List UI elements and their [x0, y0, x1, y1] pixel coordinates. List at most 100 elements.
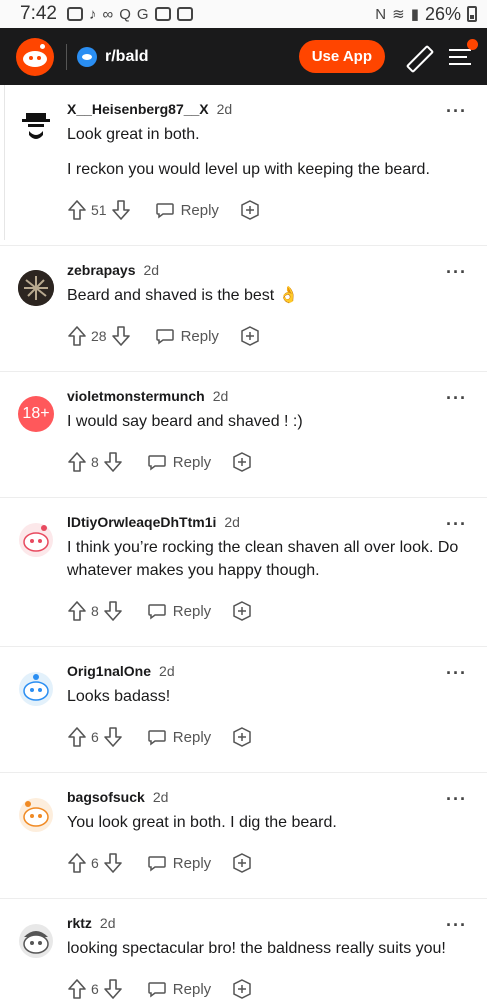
comment-username[interactable]: bagsofsuck	[67, 789, 145, 805]
award-icon[interactable]	[239, 325, 261, 347]
reply-icon	[155, 328, 174, 344]
award-icon[interactable]	[231, 726, 253, 748]
comment-username[interactable]: rktz	[67, 915, 92, 931]
downvote-icon[interactable]	[103, 978, 123, 1000]
wifi-icon: ≋	[392, 6, 405, 23]
vote-score: 28	[91, 328, 107, 344]
more-options-icon[interactable]: ···	[446, 101, 467, 122]
subreddit-icon[interactable]	[77, 46, 97, 67]
reply-button[interactable]: Reply	[147, 729, 211, 746]
create-post-icon[interactable]	[405, 44, 431, 70]
gmail-icon	[154, 7, 171, 21]
subreddit-name[interactable]: r/bald	[105, 48, 299, 66]
header-divider	[66, 43, 67, 70]
upvote-icon[interactable]	[67, 325, 87, 347]
reply-label: Reply	[172, 728, 212, 746]
comment-paragraph: I think you’re rocking the clean shaven …	[67, 539, 459, 579]
upvote-icon[interactable]	[67, 199, 87, 221]
status-notification-icons: ♪ ∞ Q G	[66, 5, 375, 23]
comment-time: 2d	[224, 514, 240, 530]
reply-label: Reply	[172, 453, 212, 471]
downvote-icon[interactable]	[103, 451, 123, 473]
award-icon[interactable]	[231, 451, 253, 473]
more-options-icon[interactable]: ···	[446, 663, 467, 684]
more-options-icon[interactable]: ···	[446, 915, 467, 936]
comment-username[interactable]: lDtiyOrwleaqeDhTtm1i	[67, 514, 216, 530]
more-options-icon[interactable]: ···	[446, 388, 467, 409]
status-system-icons: N ≋ ▮ 26%	[375, 4, 477, 25]
app-header: r/bald Use App	[0, 28, 487, 85]
award-icon[interactable]	[231, 978, 253, 1000]
reply-button[interactable]: Reply	[147, 981, 211, 998]
comment-paragraph: Looks badass!	[67, 688, 171, 705]
comment-username[interactable]: X__Heisenberg87__X	[67, 101, 209, 117]
user-avatar[interactable]	[18, 270, 54, 306]
user-avatar[interactable]	[18, 109, 54, 145]
comment-text: looking spectacular bro! the baldness re…	[67, 937, 471, 960]
gallery-icon	[176, 7, 193, 21]
reply-label: Reply	[180, 201, 219, 219]
comment-text: Beard and shaved is the best 👌	[67, 284, 471, 307]
upvote-icon[interactable]	[67, 978, 87, 1000]
status-time: 7:42	[20, 3, 57, 24]
comment-actions: 8 Reply	[67, 447, 471, 477]
user-avatar[interactable]	[18, 522, 54, 558]
award-icon[interactable]	[231, 600, 253, 622]
comment-paragraph: looking spectacular bro! the baldness re…	[67, 940, 446, 957]
upvote-icon[interactable]	[67, 451, 87, 473]
voicemail-icon: ∞	[102, 5, 114, 23]
comment-actions: 6 Reply	[67, 974, 471, 1000]
reply-label: Reply	[172, 980, 212, 998]
vote-score: 6	[91, 855, 99, 871]
reply-icon	[148, 855, 166, 871]
downvote-icon[interactable]	[103, 726, 123, 748]
comment-text: You look great in both. I dig the beard.	[67, 811, 471, 834]
reply-button[interactable]: Reply	[147, 454, 211, 471]
award-icon[interactable]	[231, 852, 253, 874]
tiktok-icon: ♪	[88, 5, 97, 23]
upvote-icon[interactable]	[67, 726, 87, 748]
upvote-icon[interactable]	[67, 600, 87, 622]
comment-item: 18+ ··· violetmonstermunch 2d I would sa…	[0, 372, 487, 498]
comment-time: 2d	[159, 663, 175, 679]
comment-paragraph: Beard and shaved is the best 👌	[67, 287, 299, 304]
comment-time: 2d	[99, 915, 116, 931]
use-app-button[interactable]: Use App	[298, 40, 385, 73]
comment-actions: 51 Reply	[67, 195, 471, 225]
comment-username[interactable]: violetmonstermunch	[67, 388, 205, 404]
reply-icon	[148, 603, 166, 619]
downvote-icon[interactable]	[103, 600, 123, 622]
battery-percent: 26%	[424, 3, 461, 24]
user-avatar[interactable]	[18, 671, 54, 707]
comment-actions: 6 Reply	[67, 722, 471, 752]
more-options-icon[interactable]: ···	[446, 789, 467, 810]
reply-button[interactable]: Reply	[147, 603, 211, 620]
downvote-icon[interactable]	[111, 199, 131, 221]
reply-icon	[148, 454, 166, 470]
award-icon[interactable]	[239, 199, 261, 221]
user-avatar[interactable]	[18, 797, 54, 833]
reply-button[interactable]: Reply	[155, 328, 219, 345]
comment-item: ··· zebrapays 2d Beard and shaved is the…	[0, 246, 487, 372]
comment-item: ··· bagsofsuck 2d You look great in both…	[0, 773, 487, 899]
nsfw-avatar[interactable]: 18+	[18, 396, 54, 432]
downvote-icon[interactable]	[103, 852, 123, 874]
comment-item: ··· X__Heisenberg87__X 2d Look great in …	[0, 85, 487, 246]
signal-icon: ▮	[410, 6, 419, 23]
comment-actions: 28 Reply	[67, 321, 471, 351]
comment-username[interactable]: Orig1nalOne	[67, 663, 151, 679]
downvote-icon[interactable]	[111, 325, 131, 347]
comment-username[interactable]: zebrapays	[67, 262, 135, 278]
nfc-icon: N	[375, 5, 387, 23]
vote-score: 6	[91, 981, 99, 997]
reply-button[interactable]: Reply	[147, 855, 211, 872]
battery-icon	[467, 6, 477, 22]
reddit-logo-icon[interactable]	[16, 37, 54, 76]
user-avatar[interactable]	[18, 923, 54, 959]
more-options-icon[interactable]: ···	[446, 514, 467, 535]
comment-text: I think you’re rocking the clean shaven …	[67, 536, 471, 582]
upvote-icon[interactable]	[67, 852, 87, 874]
reply-button[interactable]: Reply	[155, 202, 219, 219]
more-options-icon[interactable]: ···	[446, 262, 467, 283]
reply-label: Reply	[172, 602, 212, 620]
